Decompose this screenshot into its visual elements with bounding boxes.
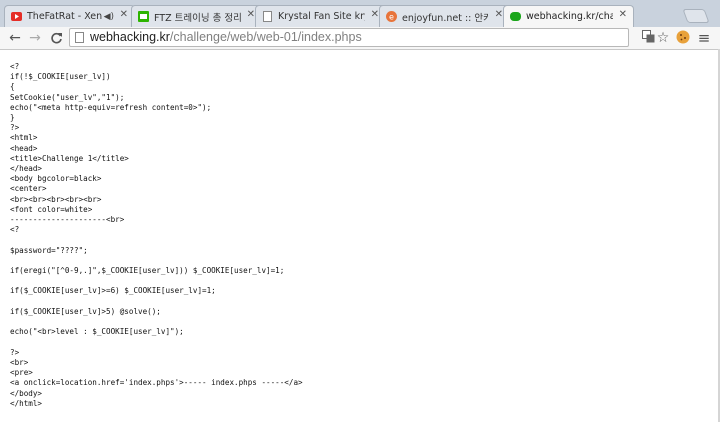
back-icon[interactable]: ← <box>6 29 24 47</box>
code-line: </html> <box>10 398 43 408</box>
code-line: <pre> <box>10 368 33 378</box>
code-line: ?> <box>10 123 20 133</box>
svg-text:e: e <box>389 13 394 22</box>
menu-icon[interactable]: ≡ <box>696 30 712 46</box>
reload-icon[interactable] <box>47 29 65 47</box>
tab-ftz[interactable]: FTZ 트레이닝 총 정리 ✕ <box>131 5 262 27</box>
tab-thefatrat[interactable]: TheFatRat - Xenoge ◀) ✕ <box>4 5 135 27</box>
audio-playing-icon[interactable]: ◀) <box>104 12 114 22</box>
forward-icon[interactable]: → <box>26 29 44 47</box>
code-line: <a onclick=location.href='index.phps'>--… <box>10 378 303 388</box>
code-line: SetCookie("user_lv","1"); <box>10 92 125 102</box>
youtube-icon <box>11 11 22 22</box>
tab-enjoyfun[interactable]: e enjoyfun.net :: 안카에 ✕ <box>379 5 510 27</box>
url-path: /challenge/web/web-01/index.phps <box>169 30 362 44</box>
close-tab-icon[interactable]: ✕ <box>247 9 255 20</box>
tab-strip: TheFatRat - Xenoge ◀) ✕ FTZ 트레이닝 총 정리 ✕ … <box>0 0 720 27</box>
code-line: <head> <box>10 143 38 153</box>
code-line: ---------------------<br> <box>10 215 125 225</box>
close-tab-icon[interactable]: ✕ <box>495 9 503 20</box>
code-line: </body> <box>10 388 43 398</box>
site-icon <box>510 11 521 22</box>
code-line: <center> <box>10 184 47 194</box>
new-tab-button[interactable] <box>682 9 710 23</box>
code-line: </head> <box>10 164 43 174</box>
code-line: if(eregi("[^0-9,.]",$_COOKIE[user_lv])) … <box>10 266 285 276</box>
tab-webhacking[interactable]: webhacking.kr/challeng ✕ <box>503 5 634 27</box>
address-bar[interactable]: webhacking.kr/challenge/web/web-01/index… <box>69 28 629 47</box>
code-line: <br><br><br><br><br> <box>10 194 102 204</box>
code-line: if($_COOKIE[user_lv]>5) @solve(); <box>10 306 161 316</box>
code-line: $password="????"; <box>10 245 88 255</box>
tab-label: FTZ 트레이닝 총 정리 <box>154 12 241 24</box>
tab-label: Krystal Fan Site krybiye <box>278 11 365 22</box>
extension-icon[interactable] <box>675 30 691 46</box>
enjoyfun-icon: e <box>386 11 397 22</box>
code-line: <title>Challenge 1</title> <box>10 153 129 163</box>
url-host: webhacking.kr <box>90 30 170 44</box>
code-line: <br> <box>10 357 29 367</box>
tab-krystal[interactable]: Krystal Fan Site krybiye ✕ <box>255 5 386 27</box>
tab-label: TheFatRat - Xenoge <box>27 11 102 22</box>
toolbar: ← → webhacking.kr/challenge/web/web-01/i… <box>0 27 720 50</box>
naver-icon <box>138 11 149 22</box>
close-tab-icon[interactable]: ✕ <box>619 9 627 20</box>
tab-label: enjoyfun.net :: 안카에 <box>402 12 489 24</box>
tab-label: webhacking.kr/challeng <box>526 11 613 22</box>
code-line: <body bgcolor=black> <box>10 174 102 184</box>
code-line: <? <box>10 62 20 71</box>
code-line: <html> <box>10 133 38 143</box>
code-line: echo("<br>level : $_COOKIE[user_lv]"); <box>10 327 184 337</box>
source-code: <? if(!$_COOKIE[user_lv]) { SetCookie("u… <box>10 62 303 409</box>
code-line: if(!$_COOKIE[user_lv]) <box>10 72 111 82</box>
page-content: <? if(!$_COOKIE[user_lv]) { SetCookie("u… <box>0 50 720 422</box>
code-line: echo("<meta http-equiv=refresh content=0… <box>10 102 212 112</box>
close-tab-icon[interactable]: ✕ <box>120 9 128 20</box>
page-icon <box>262 11 273 22</box>
page-info-icon[interactable] <box>75 32 84 43</box>
close-tab-icon[interactable]: ✕ <box>371 9 379 20</box>
code-line: <font color=white> <box>10 204 93 214</box>
code-line: { <box>10 82 15 92</box>
code-line: if($_COOKIE[user_lv]>=6) $_COOKIE[user_l… <box>10 286 216 296</box>
code-line: ?> <box>10 347 20 357</box>
translate-icon[interactable] <box>640 30 656 46</box>
bookmark-star-icon[interactable]: ☆ <box>655 30 671 46</box>
code-line: } <box>10 113 15 123</box>
code-line: <? <box>10 225 20 235</box>
